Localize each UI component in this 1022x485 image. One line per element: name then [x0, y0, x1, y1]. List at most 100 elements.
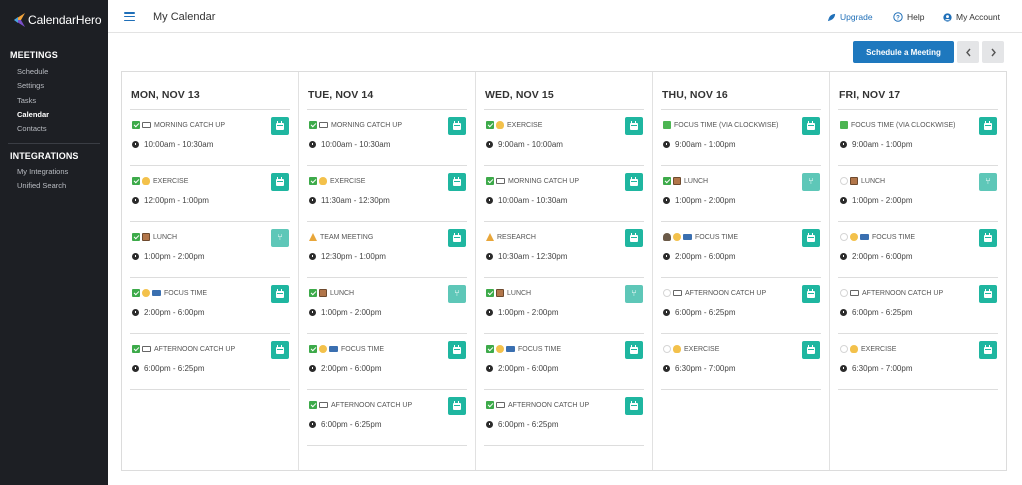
event-item[interactable]: MORNING CATCH UP 10:00am - 10:30am — [130, 109, 290, 165]
event-action-button[interactable] — [802, 341, 820, 359]
circle-status-icon — [840, 289, 848, 297]
event-item[interactable]: AFTERNOON CATCH UP 6:00pm - 6:25pm — [661, 277, 821, 333]
day-header: TUE, NOV 14 — [308, 89, 374, 101]
event-action-button[interactable] — [979, 341, 997, 359]
event-action-button[interactable] — [802, 285, 820, 303]
brand[interactable]: CalendarHero — [12, 12, 102, 28]
event-item[interactable]: FOCUS TIME (VIA CLOCKWISE) 9:00am - 1:00p… — [661, 109, 821, 165]
event-item[interactable]: LUNCH 1:00pm - 2:00pm ⑂ — [484, 277, 644, 333]
schedule-meeting-button[interactable]: Schedule a Meeting — [853, 41, 954, 63]
clock-icon — [309, 253, 316, 260]
event-item[interactable]: RESEARCH 10:30am - 12:30pm — [484, 221, 644, 277]
lunch-action-button[interactable]: ⑂ — [448, 285, 466, 303]
event-action-button[interactable] — [625, 117, 643, 135]
event-item[interactable]: LUNCH 1:00pm - 2:00pm ⑂ — [130, 221, 290, 277]
event-action-button[interactable] — [625, 341, 643, 359]
sidebar-item-unified-search[interactable]: Unified Search — [17, 181, 66, 190]
day-header: MON, NOV 13 — [131, 89, 200, 101]
event-title-row: FOCUS TIME (VIA CLOCKWISE) — [840, 121, 956, 129]
lunch-action-button[interactable]: ⑂ — [979, 173, 997, 191]
computer-emoji-icon — [329, 346, 338, 352]
event-action-button[interactable] — [271, 117, 289, 135]
event-action-button[interactable] — [271, 285, 289, 303]
event-item[interactable]: MORNING CATCH UP 10:00am - 10:30am — [307, 109, 467, 165]
sidebar-item-calendar[interactable]: Calendar — [17, 110, 49, 119]
event-item[interactable]: AFTERNOON CATCH UP 6:00pm - 6:25pm — [130, 333, 290, 389]
chevron-right-icon — [990, 48, 996, 56]
day-column: WED, NOV 15 EXERCISE 9:00am - 10:00am MORNI… — [476, 72, 653, 470]
calendar-icon — [807, 288, 815, 298]
calendar-icon — [276, 344, 284, 354]
clock-icon — [309, 141, 316, 148]
fork-knife-icon: ⑂ — [631, 288, 637, 299]
clock-icon — [486, 253, 493, 260]
hamburger-menu-icon[interactable] — [124, 12, 135, 22]
sidebar-item-settings[interactable]: Settings — [17, 81, 44, 90]
event-item[interactable]: FOCUS TIME 2:00pm - 6:00pm — [307, 333, 467, 389]
event-action-button[interactable] — [448, 117, 466, 135]
event-item[interactable]: FOCUS TIME 2:00pm - 6:00pm — [130, 277, 290, 333]
event-item[interactable]: LUNCH 1:00pm - 2:00pm ⑂ — [838, 165, 998, 221]
event-item[interactable]: FOCUS TIME 2:00pm - 6:00pm — [484, 333, 644, 389]
event-action-button[interactable] — [979, 117, 997, 135]
event-item[interactable]: AFTERNOON CATCH UP 6:00pm - 6:25pm — [307, 389, 467, 445]
previous-week-button[interactable] — [957, 41, 979, 63]
event-item[interactable]: LUNCH 1:00pm - 2:00pm ⑂ — [661, 165, 821, 221]
event-time: 2:00pm - 6:00pm — [321, 364, 382, 373]
sidebar-item-tasks[interactable]: Tasks — [17, 96, 36, 105]
event-action-button[interactable] — [271, 341, 289, 359]
event-item[interactable]: EXERCISE 11:30am - 12:30pm — [307, 165, 467, 221]
event-action-button[interactable] — [448, 341, 466, 359]
event-item[interactable]: MORNING CATCH UP 10:00am - 10:30am — [484, 165, 644, 221]
circle-status-icon — [840, 177, 848, 185]
event-item[interactable]: FOCUS TIME 2:00pm - 6:00pm — [661, 221, 821, 277]
check-status-icon — [309, 401, 317, 409]
lunch-action-button[interactable]: ⑂ — [625, 285, 643, 303]
sidebar-item-contacts[interactable]: Contacts — [17, 124, 47, 133]
event-item[interactable]: FOCUS TIME 2:00pm - 6:00pm — [838, 221, 998, 277]
event-action-button[interactable] — [625, 229, 643, 247]
event-action-button[interactable] — [448, 229, 466, 247]
event-item[interactable]: TEAM MEETING 12:30pm - 1:00pm — [307, 221, 467, 277]
sidebar-item-schedule[interactable]: Schedule — [17, 67, 48, 76]
my-account-link[interactable]: My Account — [943, 12, 1000, 22]
calendar-icon — [984, 344, 992, 354]
sidebar-item-my-integrations[interactable]: My Integrations — [17, 167, 68, 176]
event-action-button[interactable] — [802, 229, 820, 247]
lunch-action-button[interactable]: ⑂ — [271, 229, 289, 247]
event-time-row: 10:30am - 12:30pm — [486, 252, 567, 261]
event-action-button[interactable] — [625, 397, 643, 415]
event-item[interactable]: LUNCH 1:00pm - 2:00pm ⑂ — [307, 277, 467, 333]
event-action-button[interactable] — [448, 397, 466, 415]
event-time: 6:00pm - 6:25pm — [321, 420, 382, 429]
event-action-button[interactable] — [802, 117, 820, 135]
lunch-action-button[interactable]: ⑂ — [802, 173, 820, 191]
event-item[interactable]: AFTERNOON CATCH UP 6:00pm - 6:25pm — [484, 389, 644, 445]
account-icon — [943, 12, 952, 22]
next-week-button[interactable] — [982, 41, 1004, 63]
upgrade-link[interactable]: Upgrade — [827, 12, 873, 22]
check-status-icon — [132, 233, 140, 241]
fork-knife-icon: ⑂ — [985, 176, 991, 187]
event-item[interactable]: FOCUS TIME (VIA CLOCKWISE) 9:00am - 1:00p… — [838, 109, 998, 165]
event-item[interactable]: AFTERNOON CATCH UP 6:00pm - 6:25pm — [838, 277, 998, 333]
event-item[interactable]: EXERCISE 9:00am - 10:00am — [484, 109, 644, 165]
event-time-row: 6:30pm - 7:00pm — [663, 364, 735, 373]
event-title: FOCUS TIME — [695, 233, 739, 241]
event-title-row: LUNCH — [132, 233, 177, 241]
event-item[interactable]: EXERCISE 6:30pm - 7:00pm — [661, 333, 821, 389]
event-time-row: 2:00pm - 6:00pm — [840, 252, 912, 261]
event-action-button[interactable] — [979, 229, 997, 247]
week-calendar: MON, NOV 13 MORNING CATCH UP 10:00am - 10:… — [121, 71, 1007, 471]
upgrade-label: Upgrade — [840, 12, 873, 22]
event-action-button[interactable] — [448, 173, 466, 191]
check-status-icon — [486, 177, 494, 185]
event-action-button[interactable] — [271, 173, 289, 191]
help-link[interactable]: ? Help — [893, 12, 924, 22]
event-action-button[interactable] — [979, 285, 997, 303]
calendar-icon — [984, 120, 992, 130]
event-action-button[interactable] — [625, 173, 643, 191]
event-title: TEAM MEETING — [320, 233, 374, 241]
event-item[interactable]: EXERCISE 6:30pm - 7:00pm — [838, 333, 998, 389]
event-item[interactable]: EXERCISE 12:00pm - 1:00pm — [130, 165, 290, 221]
